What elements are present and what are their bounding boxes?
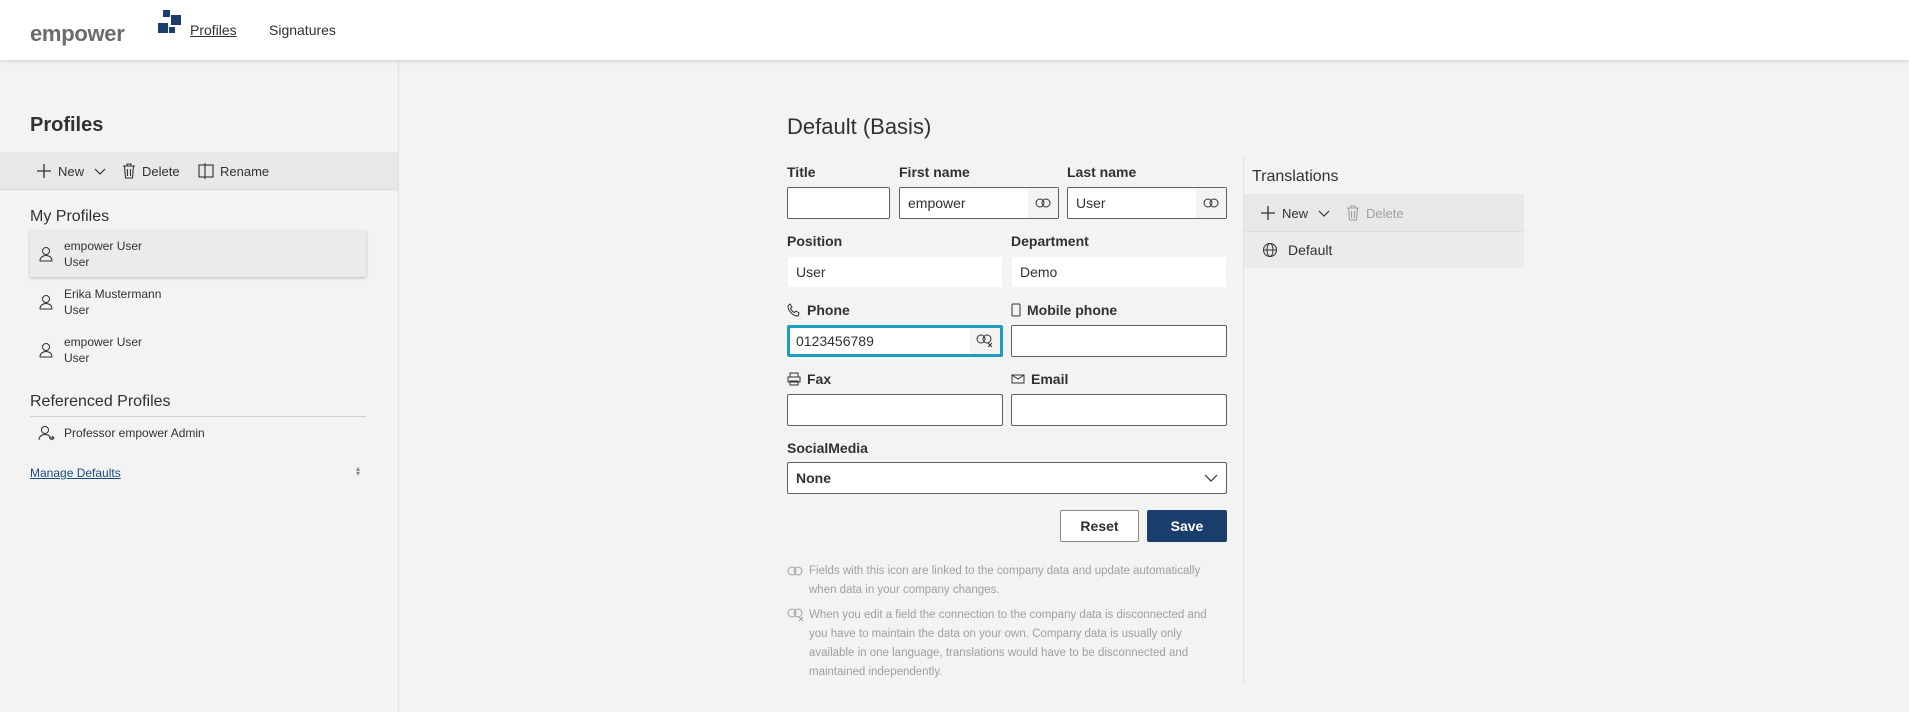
form-title: Default (Basis): [787, 114, 932, 139]
phone-icon: [787, 303, 800, 317]
title-label: Title: [787, 164, 816, 180]
manage-defaults-link[interactable]: Manage Defaults: [30, 466, 121, 480]
translations-title: Translations: [1252, 168, 1339, 185]
trash-icon: [1347, 205, 1359, 221]
fax-input[interactable]: [787, 394, 1003, 426]
reset-button[interactable]: Reset: [1060, 510, 1139, 542]
unlinked-hint: When you edit a field the connection to …: [787, 606, 1227, 682]
chevron-down-icon: [1204, 474, 1218, 482]
mobile-phone-label: Mobile phone: [1011, 302, 1117, 318]
plus-icon: [1261, 206, 1275, 220]
sidebar-toolbar: New Delete Rename: [0, 152, 398, 190]
social-media-value: None: [796, 470, 831, 486]
referenced-profiles-heading: Referenced Profiles: [30, 393, 171, 410]
translation-label: Default: [1288, 242, 1333, 258]
sidebar-title: Profiles: [30, 114, 104, 136]
title-input[interactable]: [787, 187, 890, 219]
profile-item[interactable]: Erika Mustermann User: [30, 279, 366, 325]
unlink-icon[interactable]: [970, 328, 1000, 354]
profile-name: empower User: [64, 335, 143, 349]
plus-icon: [37, 164, 51, 178]
chevron-down-icon[interactable]: [94, 165, 106, 177]
first-name-label: First name: [899, 164, 970, 180]
top-bar: empower Profiles Signatures: [0, 0, 1909, 60]
profile-role: User: [64, 351, 90, 365]
my-profiles-heading: My Profiles: [30, 208, 110, 225]
social-media-dropdown[interactable]: None: [787, 462, 1227, 494]
department-input[interactable]: Demo: [1011, 256, 1227, 288]
new-translation-button[interactable]: New: [1260, 194, 1336, 232]
position-label: Position: [787, 233, 843, 249]
sort-arrows-icon: ▴ ▾: [356, 464, 361, 478]
nav-profiles[interactable]: Profiles: [190, 22, 237, 38]
rename-label: Rename: [220, 163, 270, 179]
unlinked-hint-text: When you edit a field the connection to …: [809, 609, 1207, 678]
profile-role: User: [64, 303, 90, 317]
translation-item-default[interactable]: Default: [1244, 232, 1524, 268]
person-icon: [36, 294, 56, 310]
profile-name: Erika Mustermann: [64, 287, 162, 301]
department-label: Department: [1011, 233, 1089, 249]
printer-icon: [787, 372, 801, 386]
delete-label: Delete: [142, 163, 180, 179]
delete-profile-button[interactable]: Delete: [122, 152, 180, 190]
trash-icon: [123, 163, 135, 179]
phone-label: Phone: [787, 302, 850, 318]
new-label: New: [58, 163, 85, 179]
referenced-profile-name: Professor empower Admin: [64, 426, 205, 440]
nav-signatures[interactable]: Signatures: [269, 22, 336, 38]
link-icon[interactable]: [1028, 188, 1058, 218]
unlink-icon: [787, 606, 809, 682]
rename-profile-button[interactable]: Rename: [198, 152, 269, 190]
mobile-phone-icon: [1011, 303, 1021, 317]
linked-hint-text: Fields with this icon are linked to the …: [809, 565, 1201, 596]
person-link-icon: [36, 425, 56, 441]
translations-panel: Translations New Delete Default: [1243, 156, 1524, 683]
profile-name: empower User: [64, 239, 143, 253]
person-icon: [36, 246, 56, 262]
email-input[interactable]: [1011, 394, 1227, 426]
phone-input[interactable]: 0123456789: [787, 325, 1003, 357]
delete-translation-button[interactable]: Delete: [1346, 194, 1404, 232]
last-name-input[interactable]: User: [1067, 187, 1227, 219]
translations-toolbar: New Delete: [1244, 194, 1524, 232]
logo-text: empower: [30, 21, 125, 46]
profiles-sidebar: Profiles New Delete Rename My Profiles e…: [0, 60, 399, 712]
globe-icon: [1263, 243, 1277, 257]
save-button[interactable]: Save: [1147, 510, 1227, 542]
referenced-profile-item[interactable]: Professor empower Admin: [30, 416, 366, 450]
profile-role: User: [64, 255, 90, 269]
social-media-label: SocialMedia: [787, 440, 868, 456]
link-icon[interactable]: [1196, 188, 1226, 218]
chevron-down-icon[interactable]: [1318, 207, 1330, 219]
mail-icon: [1011, 374, 1025, 384]
person-icon: [36, 342, 56, 358]
linked-hint: Fields with this icon are linked to the …: [787, 562, 1227, 600]
profile-item[interactable]: empower User User: [30, 327, 366, 373]
profile-item[interactable]: empower User User: [30, 231, 366, 277]
rename-icon: [198, 163, 214, 179]
first-name-input[interactable]: empower: [899, 187, 1059, 219]
logo-mark-icon: [158, 10, 181, 33]
mobile-phone-input[interactable]: [1011, 325, 1227, 357]
phone-value: 0123456789: [796, 333, 874, 349]
last-name-label: Last name: [1067, 164, 1137, 180]
link-icon: [787, 562, 809, 600]
position-input[interactable]: User: [787, 256, 1003, 288]
new-profile-button[interactable]: New: [36, 152, 112, 190]
fax-label: Fax: [787, 371, 831, 387]
email-label: Email: [1011, 371, 1068, 387]
